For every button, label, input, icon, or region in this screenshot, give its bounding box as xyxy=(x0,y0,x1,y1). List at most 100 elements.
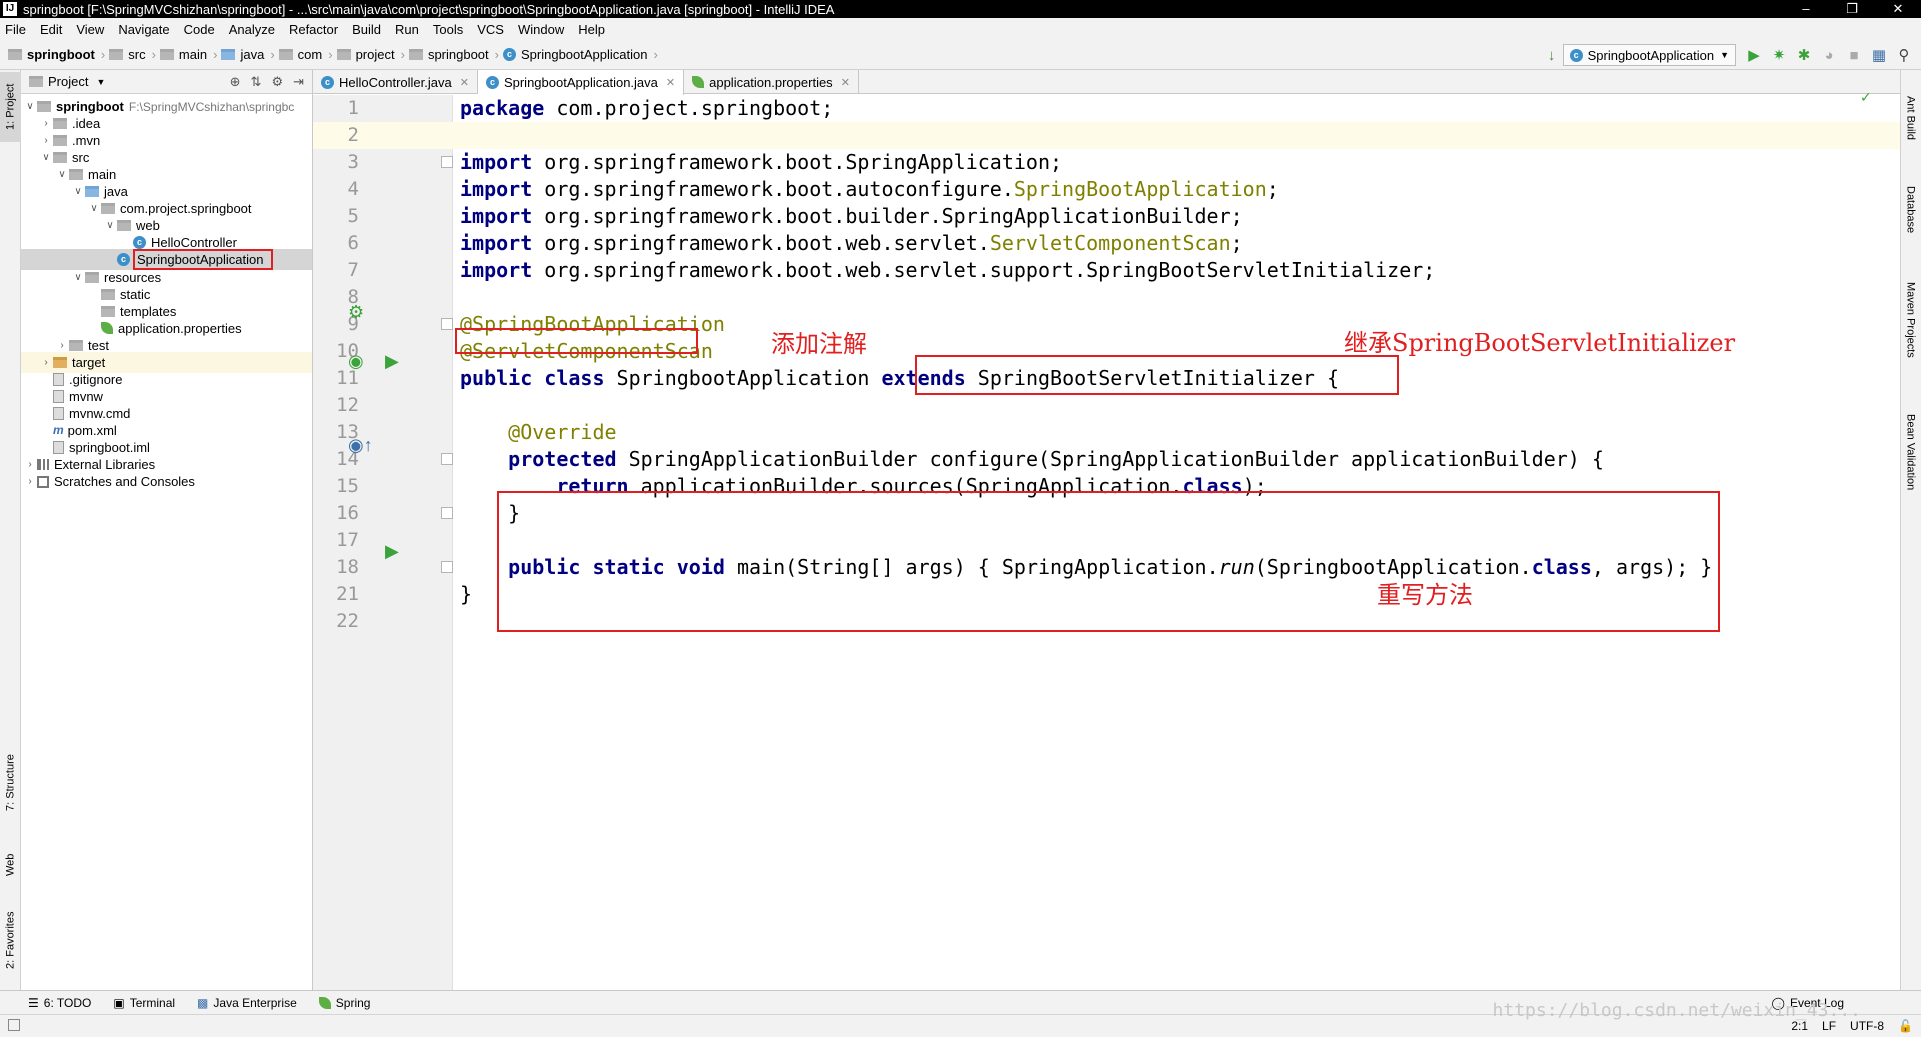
code-line[interactable]: 8 xyxy=(313,284,1900,311)
tool-tab-todo[interactable]: ☰ 6: TODO xyxy=(28,996,91,1010)
code-line[interactable]: 2 xyxy=(313,122,1900,149)
breadcrumb-item[interactable]: springboot › xyxy=(408,47,499,62)
close-window-button[interactable]: ✕ xyxy=(1875,0,1921,18)
code-line[interactable]: 16 } xyxy=(313,500,1900,527)
chevron-down-icon[interactable]: ∨ xyxy=(87,203,101,214)
menu-tools[interactable]: Tools xyxy=(433,22,463,37)
build-icon[interactable]: ↓ xyxy=(1541,44,1563,66)
code-line[interactable]: 21} xyxy=(313,581,1900,608)
fold-marker-icon[interactable] xyxy=(441,318,453,330)
chevron-down-icon[interactable]: ∨ xyxy=(39,152,53,163)
breadcrumb-item[interactable]: java › xyxy=(221,47,275,62)
tool-tab-bean-validation[interactable]: Bean Validation xyxy=(1900,392,1921,512)
debug-icon[interactable]: ✷ xyxy=(1768,44,1790,66)
profile-icon[interactable]: ◕ xyxy=(1818,44,1840,66)
code-line[interactable]: 12 xyxy=(313,392,1900,419)
breadcrumb-item[interactable]: project › xyxy=(336,47,405,62)
close-tab-icon[interactable]: ✕ xyxy=(460,76,469,89)
menu-run[interactable]: Run xyxy=(395,22,419,37)
fold-marker-icon[interactable] xyxy=(441,507,453,519)
tool-tab-spring[interactable]: Spring xyxy=(318,996,370,1010)
menu-refactor[interactable]: Refactor xyxy=(289,22,338,37)
chevron-down-icon[interactable]: ∨ xyxy=(71,186,85,197)
breadcrumb-item[interactable]: src › xyxy=(109,47,156,62)
chevron-down-icon[interactable]: ∨ xyxy=(103,220,117,231)
tree-item[interactable]: › Scratches and Consoles xyxy=(21,471,312,492)
chevron-right-icon[interactable]: › xyxy=(39,135,53,146)
code-line[interactable]: 22 xyxy=(313,608,1900,635)
file-encoding[interactable]: UTF-8 xyxy=(1850,1019,1884,1033)
locate-icon[interactable]: ⊕ xyxy=(230,74,241,90)
run-gutter-icon[interactable]: ▶ xyxy=(385,351,399,372)
close-tab-icon[interactable]: ✕ xyxy=(841,76,850,89)
menu-file[interactable]: File xyxy=(5,22,26,37)
fold-marker-icon[interactable] xyxy=(441,156,453,168)
chevron-down-icon[interactable]: ∨ xyxy=(71,272,85,283)
tool-tab-project[interactable]: 1: Project xyxy=(0,72,21,142)
gear-icon[interactable]: ⚙ xyxy=(271,74,283,90)
chevron-down-icon[interactable]: ▼ xyxy=(96,77,105,87)
tool-tab-database[interactable]: Database xyxy=(1900,170,1921,250)
menu-view[interactable]: View xyxy=(76,22,104,37)
hide-panel-icon[interactable]: ⇥ xyxy=(293,74,304,90)
chevron-right-icon[interactable]: › xyxy=(39,357,53,368)
project-structure-icon[interactable]: ▦ xyxy=(1868,44,1890,66)
chevron-down-icon[interactable]: ∨ xyxy=(23,101,37,112)
minimize-button[interactable]: – xyxy=(1783,0,1829,18)
chevron-right-icon[interactable]: › xyxy=(23,459,37,470)
code-line[interactable]: 13 @Override xyxy=(313,419,1900,446)
breadcrumb-item[interactable]: springboot › xyxy=(8,47,105,62)
editor-tab-springbootapplication[interactable]: c SpringbootApplication.java ✕ xyxy=(477,70,685,95)
spring-bean-icon[interactable]: ⚙ xyxy=(348,302,364,323)
chevron-right-icon[interactable]: › xyxy=(23,476,37,487)
menu-vcs[interactable]: VCS xyxy=(477,22,504,37)
code-line[interactable]: 11 public class SpringbootApplication ext… xyxy=(313,365,1900,392)
search-icon[interactable]: ⚲ xyxy=(1893,44,1915,66)
editor-tab-application-properties[interactable]: application.properties ✕ xyxy=(684,70,859,94)
project-view-select[interactable]: Project xyxy=(48,74,88,89)
menu-analyze[interactable]: Analyze xyxy=(229,22,275,37)
code-line[interactable]: 1 package com.project.springboot; xyxy=(313,95,1900,122)
chevron-down-icon[interactable]: ∨ xyxy=(55,169,69,180)
menu-build[interactable]: Build xyxy=(352,22,381,37)
menu-edit[interactable]: Edit xyxy=(40,22,62,37)
tool-tab-terminal[interactable]: ▣ Terminal xyxy=(113,996,175,1010)
restore-button[interactable]: ❐ xyxy=(1829,0,1875,18)
run-main-gutter-icon[interactable]: ▶ xyxy=(385,541,399,562)
coverage-icon[interactable]: ✱ xyxy=(1793,44,1815,66)
spring-class-icon[interactable]: ◉ xyxy=(348,351,364,372)
tool-tab-favorites[interactable]: 2: Favorites xyxy=(0,900,21,980)
editor-tab-hellocontroller[interactable]: c HelloController.java ✕ xyxy=(313,70,478,94)
tool-tab-maven-projects[interactable]: Maven Projects xyxy=(1900,260,1921,380)
code-line[interactable]: 6 import org.springframework.boot.web.ser… xyxy=(313,230,1900,257)
menu-window[interactable]: Window xyxy=(518,22,564,37)
tool-tab-java-enterprise[interactable]: ▩ Java Enterprise xyxy=(197,996,297,1010)
stop-icon[interactable]: ■ xyxy=(1843,44,1865,66)
code-line[interactable]: 14 protected SpringApplicationBuilder co… xyxy=(313,446,1900,473)
fold-marker-icon[interactable] xyxy=(441,561,453,573)
lock-icon[interactable]: 🔓 xyxy=(1898,1019,1913,1033)
caret-position[interactable]: 2:1 xyxy=(1791,1019,1808,1033)
breadcrumb-item[interactable]: main › xyxy=(159,47,217,62)
code-line[interactable]: 4 import org.springframework.boot.autocon… xyxy=(313,176,1900,203)
tool-tab-structure[interactable]: 7: Structure xyxy=(0,738,21,828)
breadcrumb-item[interactable]: c SpringbootApplication › xyxy=(503,47,658,62)
code-line[interactable]: 7 import org.springframework.boot.web.ser… xyxy=(313,257,1900,284)
chevron-right-icon[interactable]: › xyxy=(55,340,69,351)
code-line[interactable]: 15 return applicationBuilder.sources(Spr… xyxy=(313,473,1900,500)
collapse-all-icon[interactable]: ⇅ xyxy=(251,74,262,90)
run-configuration-select[interactable]: c SpringbootApplication ▼ xyxy=(1562,44,1736,66)
chevron-right-icon[interactable]: › xyxy=(39,118,53,129)
code-line[interactable]: 17 xyxy=(313,527,1900,554)
code-line[interactable]: 18 public static void main(String[] args… xyxy=(313,554,1900,581)
code-line[interactable]: 3 import org.springframework.boot.SpringA… xyxy=(313,149,1900,176)
run-icon[interactable]: ▶ xyxy=(1743,44,1765,66)
line-separator[interactable]: LF xyxy=(1822,1019,1836,1033)
fold-marker-icon[interactable] xyxy=(441,453,453,465)
menu-help[interactable]: Help xyxy=(578,22,605,37)
tool-tab-web[interactable]: Web xyxy=(0,840,21,890)
close-tab-icon[interactable]: ✕ xyxy=(666,76,675,89)
code-line[interactable]: 5 import org.springframework.boot.builder… xyxy=(313,203,1900,230)
override-method-icon[interactable]: ◉↑ xyxy=(348,435,373,456)
menu-code[interactable]: Code xyxy=(184,22,215,37)
